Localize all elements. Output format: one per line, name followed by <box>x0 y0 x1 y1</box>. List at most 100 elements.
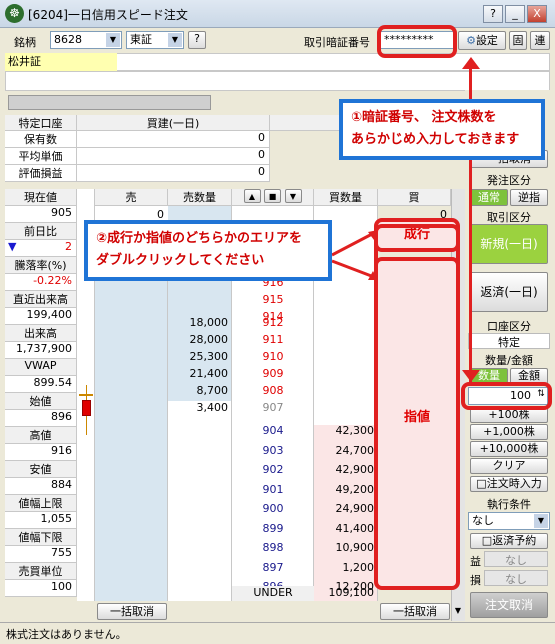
info-value: -0.22% <box>5 274 77 291</box>
stock-code-select[interactable]: 8628 ▼ <box>50 31 122 49</box>
callout-step-1-line1: ①暗証番号、 注文株数を <box>351 110 497 125</box>
info-label: 始値 <box>5 393 77 410</box>
callout-step-1-line2: あらかじめ入力しておきます <box>351 132 520 147</box>
stock-code-value: 8628 <box>54 33 82 46</box>
market-value: 東証 <box>130 33 152 46</box>
plus-1000-button[interactable]: +1,000株 <box>470 424 548 440</box>
info-value: 884 <box>5 478 77 495</box>
chevron-down-icon: ▼ <box>106 33 120 47</box>
bid-price: 899 <box>262 521 284 535</box>
close-position-button[interactable]: 返済(一日) <box>470 272 548 312</box>
cancel-order-button[interactable]: 注文取消 <box>470 592 548 618</box>
fix-button[interactable]: 固 <box>509 31 527 50</box>
bid-price: 902 <box>262 463 284 476</box>
gear-icon: ⚙ <box>466 34 476 47</box>
code-help-button[interactable]: ? <box>188 31 206 49</box>
checkbox-icon: □ <box>481 534 493 547</box>
settings-button[interactable]: ⚙設定 <box>458 31 506 50</box>
chevron-down-icon[interactable]: ▼ <box>453 606 463 618</box>
plus-10000-button[interactable]: +10,000株 <box>470 441 548 457</box>
ask-price: 911 <box>262 333 284 346</box>
quantity-highlight <box>461 382 552 410</box>
meigara-label: 銘柄 <box>14 36 36 49</box>
change-value: 2 <box>65 240 72 253</box>
position-header-left: 特定口座 <box>5 115 77 131</box>
info-value: 899.54 <box>5 376 77 393</box>
vwap-marker <box>79 394 93 396</box>
repay-reserve-toggle[interactable]: □返済予約 <box>470 533 548 549</box>
app-logo-icon: ☸ <box>5 4 24 23</box>
normal-order-tab[interactable]: 通常 <box>470 189 508 206</box>
loss-value[interactable]: なし <box>484 570 548 586</box>
cancel-all-buy-button[interactable]: 一括取消 <box>380 603 450 620</box>
bid-qty: 24,700 <box>335 443 375 457</box>
info-value: 905 <box>5 206 77 223</box>
pin-label: 取引暗証番号 <box>304 36 370 49</box>
bid-row: 903 24,700 <box>232 444 378 464</box>
stock-name: 松井証 <box>5 53 117 71</box>
minimize-button[interactable]: _ <box>505 5 525 23</box>
ask-row: 18,000 912 <box>168 316 314 333</box>
candle-body <box>82 400 91 416</box>
account-type-value: 特定 <box>468 333 550 349</box>
market-select[interactable]: 東証 ▼ <box>126 31 184 49</box>
new-position-button[interactable]: 新規(一日) <box>470 224 548 264</box>
link-button[interactable]: 連 <box>530 31 550 50</box>
limit-order-area[interactable]: 指値 <box>374 257 460 590</box>
scroll-up-button[interactable]: ▲ <box>243 189 261 203</box>
help-button[interactable]: ? <box>483 5 503 23</box>
info-label: 安値 <box>5 461 77 478</box>
ask-row: 8,700 908 <box>168 384 314 401</box>
ask-row: 21,400 909 <box>168 367 314 384</box>
callout-arrows <box>331 230 378 280</box>
position-label: 保有数 <box>5 131 77 148</box>
position-value: 0 <box>77 165 270 182</box>
close-button[interactable]: X <box>527 5 547 23</box>
bid-row: 899 41,400 <box>232 522 378 542</box>
scroll-down-button[interactable]: ▼ <box>284 189 302 203</box>
ask-qty: 25,300 <box>189 350 229 363</box>
info-label: 現在値 <box>5 189 77 206</box>
info-label: 値幅上限 <box>5 495 77 512</box>
reverse-order-tab[interactable]: 逆指 <box>510 189 548 206</box>
info-value: 1,055 <box>5 512 77 529</box>
info-label: 前日比 <box>5 223 77 240</box>
arrow-down-icon <box>462 370 480 382</box>
scroll-center-button[interactable]: ■ <box>264 189 281 203</box>
pin-highlight <box>377 25 457 58</box>
ask-qty: 28,000 <box>189 333 229 346</box>
clear-button[interactable]: クリア <box>470 458 548 474</box>
position-label: 平均単価 <box>5 148 77 165</box>
ask-qty: 3,400 <box>196 401 229 414</box>
cancel-all-sell-button[interactable]: 一括取消 <box>97 603 167 620</box>
bid-row: 904 42,300 <box>232 424 378 444</box>
sell-qty-empty <box>168 401 232 601</box>
ask-price: 910 <box>262 350 284 363</box>
bid-price: 904 <box>262 424 284 437</box>
ask-price: 912 <box>262 316 284 329</box>
board-header-sell-qty: 売数量 <box>168 189 232 206</box>
execution-condition-select[interactable]: なし ▼ <box>468 512 550 530</box>
under-qty: 109,100 <box>328 586 375 599</box>
bid-qty: 10,900 <box>335 541 375 554</box>
position-header-empty <box>270 115 340 131</box>
profit-value[interactable]: なし <box>484 551 548 567</box>
info-value: 1,737,900 <box>5 342 77 359</box>
info-label: VWAP <box>5 359 77 376</box>
bid-qty: 42,300 <box>335 424 375 437</box>
bid-price: 898 <box>262 541 284 554</box>
info-label: 直近出来高 <box>5 291 77 308</box>
position-header-mid: 買建(一日) <box>77 115 270 131</box>
trade-type-label: 取引区分 <box>487 211 531 224</box>
auto-input-toggle[interactable]: □注文時入力 <box>470 476 548 492</box>
bid-price: 900 <box>262 502 284 515</box>
repay-reserve-label: 返済予約 <box>492 534 537 547</box>
bid-qty: 42,900 <box>335 463 375 476</box>
window-title: [6204]一日信用スピード注文 <box>28 8 188 22</box>
info-value: 896 <box>5 410 77 427</box>
profit-label: 益 <box>470 555 481 568</box>
arrow-to-market <box>331 231 375 257</box>
execution-condition-label: 執行条件 <box>487 498 531 511</box>
arrow-to-limit <box>331 259 375 279</box>
ask-qty: 8,700 <box>196 384 229 397</box>
